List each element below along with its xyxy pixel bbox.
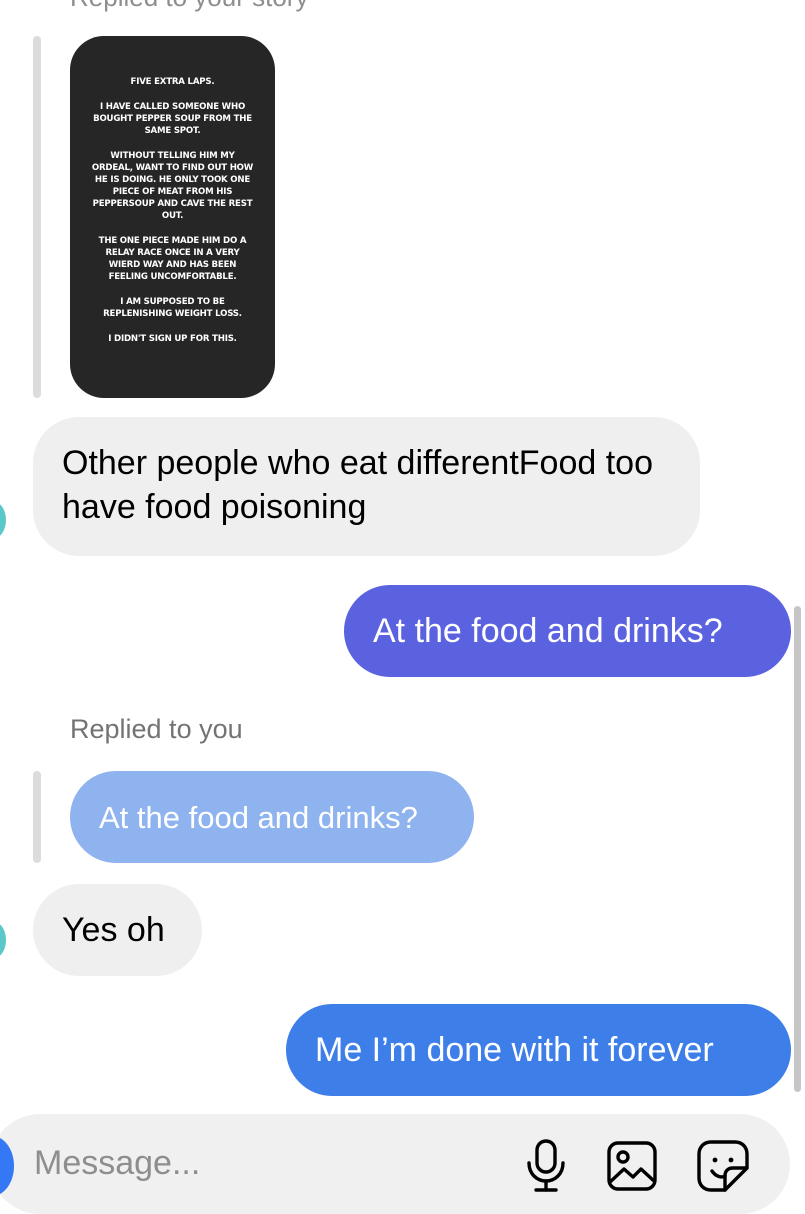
story-reply-bar: [33, 36, 41, 398]
reply-context-label: Replied to you: [70, 714, 243, 744]
incoming-message-bubble[interactable]: Yes oh: [33, 884, 202, 976]
message-text: At the food and drinks?: [373, 612, 723, 650]
photo-gallery-icon[interactable]: [604, 1138, 660, 1194]
message-text: Other people who eat differentFood too h…: [62, 444, 653, 526]
microphone-icon[interactable]: [518, 1138, 574, 1194]
reply-quote-bar: [33, 771, 41, 863]
story-text-line: I have called someone who bought pepper …: [93, 102, 252, 136]
incoming-message-bubble[interactable]: Other people who eat differentFood too h…: [33, 417, 700, 556]
story-text-line: Without telling him my ordeal, want to f…: [91, 151, 254, 221]
sender-avatar[interactable]: [0, 922, 6, 958]
sticker-icon[interactable]: [695, 1138, 751, 1194]
story-text-line: The one piece made him do a relay race o…: [98, 236, 247, 282]
story-text-line: I didn't sign up for this.: [108, 334, 237, 344]
outgoing-message-bubble[interactable]: At the food and drinks?: [344, 585, 791, 677]
scrollbar[interactable]: [794, 606, 801, 1092]
story-reply-label: Replied to your story: [70, 0, 308, 13]
story-text-line: Five extra laps.: [130, 77, 215, 87]
quoted-message-bubble[interactable]: At the food and drinks?: [70, 771, 474, 863]
message-text: Me I’m done with it forever: [315, 1031, 714, 1069]
story-text-line: I am supposed to be replenishing weight …: [103, 297, 242, 319]
sender-avatar[interactable]: [0, 502, 6, 538]
message-text: Yes oh: [62, 911, 165, 949]
message-input[interactable]: Message...: [34, 1144, 200, 1183]
outgoing-message-bubble[interactable]: Me I’m done with it forever: [286, 1004, 791, 1096]
story-preview-card[interactable]: Five extra laps. I have called someone w…: [70, 36, 275, 398]
quoted-message-text: At the food and drinks?: [99, 800, 418, 835]
